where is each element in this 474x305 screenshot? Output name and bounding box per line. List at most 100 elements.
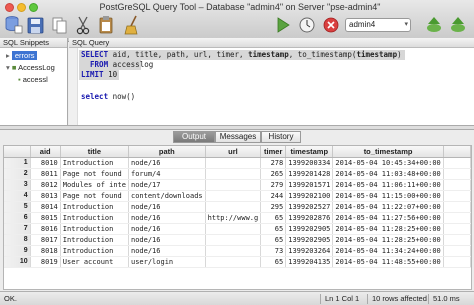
table-row[interactable]: 8 8017 Introduction node/16 65 1399202905 2014… bbox=[4, 234, 471, 246]
table-cell[interactable]: node/17 bbox=[128, 179, 206, 191]
sql-editor[interactable]: SELECT aid, title, path, url, timer, tim… bbox=[69, 48, 474, 125]
table-cell[interactable]: Modules of inte bbox=[60, 179, 129, 191]
table-cell[interactable]: node/16 bbox=[128, 234, 206, 246]
table-cell[interactable]: Introduction bbox=[60, 157, 129, 169]
tab-history[interactable]: History bbox=[261, 131, 301, 143]
column-header[interactable]: timer bbox=[260, 146, 287, 158]
result-grid[interactable]: aid title path url timer timestamp to_ti… bbox=[3, 145, 472, 290]
table-row[interactable]: 7 8016 Introduction node/16 65 1399202905 2014… bbox=[4, 223, 471, 235]
table-cell[interactable]: 1399203264 bbox=[285, 245, 334, 257]
execute-icon[interactable] bbox=[273, 14, 293, 36]
column-header[interactable]: aid bbox=[30, 146, 61, 158]
table-cell[interactable]: Introduction bbox=[60, 234, 129, 246]
table-cell[interactable]: 8014 bbox=[30, 201, 61, 213]
table-cell[interactable]: 2014-05-04 11:22:07+00:00 bbox=[332, 201, 444, 213]
table-cell[interactable]: 1399202905 bbox=[285, 234, 334, 246]
table-row[interactable]: 3 8012 Modules of inte node/17 279 1399201571… bbox=[4, 179, 471, 191]
copy-icon[interactable] bbox=[50, 14, 70, 36]
table-cell[interactable]: 1399201571 bbox=[285, 179, 334, 191]
table-cell[interactable]: 8016 bbox=[30, 223, 61, 235]
table-cell[interactable] bbox=[205, 190, 262, 202]
table-cell[interactable]: 278 bbox=[260, 157, 287, 169]
table-cell[interactable]: 2014-05-04 11:28:25+00:00 bbox=[332, 234, 444, 246]
table-cell[interactable]: 279 bbox=[260, 179, 287, 191]
table-cell[interactable] bbox=[205, 157, 262, 169]
table-cell[interactable]: forum/4 bbox=[128, 168, 206, 180]
table-cell[interactable] bbox=[205, 245, 262, 257]
table-cell[interactable]: 1399204135 bbox=[285, 256, 334, 268]
table-cell[interactable]: 8015 bbox=[30, 212, 61, 224]
table-cell[interactable]: 73 bbox=[260, 245, 287, 257]
table-cell[interactable]: User account bbox=[60, 256, 129, 268]
table-row[interactable]: 5 8014 Introduction node/16 295 1399202527 201… bbox=[4, 201, 471, 213]
table-cell[interactable]: 2014-05-04 11:15:00+00:00 bbox=[332, 190, 444, 202]
table-cell[interactable]: 1399202876 bbox=[285, 212, 334, 224]
table-cell[interactable]: 8010 bbox=[30, 157, 61, 169]
broom-icon[interactable] bbox=[122, 14, 142, 36]
table-row[interactable]: 9 8018 Introduction node/16 73 1399203264 2014… bbox=[4, 245, 471, 257]
column-header[interactable]: url bbox=[205, 146, 262, 158]
next-icon[interactable] bbox=[424, 14, 444, 36]
table-cell[interactable]: 8012 bbox=[30, 179, 61, 191]
explain-icon[interactable] bbox=[297, 14, 317, 36]
table-cell[interactable]: http://www.g bbox=[205, 212, 262, 224]
table-cell[interactable] bbox=[205, 223, 262, 235]
table-cell[interactable]: 1399200334 bbox=[285, 157, 334, 169]
table-cell[interactable]: user/login bbox=[128, 256, 206, 268]
table-row[interactable]: 6 8015 Introduction node/16 http://www.g 65 13… bbox=[4, 212, 471, 224]
table-cell[interactable]: 244 bbox=[260, 190, 287, 202]
table-cell[interactable]: 8017 bbox=[30, 234, 61, 246]
table-cell[interactable]: 1399202527 bbox=[285, 201, 334, 213]
column-header[interactable]: to_timestamp bbox=[332, 146, 444, 158]
table-cell[interactable]: 65 bbox=[260, 223, 287, 235]
database-select[interactable]: admin4 ▾ bbox=[345, 18, 411, 32]
column-header[interactable]: timestamp bbox=[285, 146, 334, 158]
cut-icon[interactable] bbox=[73, 14, 93, 36]
column-header[interactable]: path bbox=[128, 146, 206, 158]
table-cell[interactable]: 1399202100 bbox=[285, 190, 334, 202]
paste-icon[interactable] bbox=[96, 14, 116, 36]
table-cell[interactable]: content/downloads bbox=[128, 190, 206, 202]
table-row[interactable]: 2 8011 Page not found forum/4 265 1399201428 2… bbox=[4, 168, 471, 180]
table-cell[interactable]: 65 bbox=[260, 234, 287, 246]
table-cell[interactable]: 8019 bbox=[30, 256, 61, 268]
snippet-item-errors[interactable]: ▸ errors bbox=[6, 50, 38, 61]
table-cell[interactable]: node/16 bbox=[128, 245, 206, 257]
cancel-icon[interactable] bbox=[321, 14, 341, 36]
table-cell[interactable]: 8018 bbox=[30, 245, 61, 257]
table-cell[interactable]: 1399201428 bbox=[285, 168, 334, 180]
table-cell[interactable]: node/16 bbox=[128, 201, 206, 213]
transaction-icon[interactable] bbox=[448, 14, 468, 36]
table-cell[interactable]: 8013 bbox=[30, 190, 61, 202]
table-cell[interactable]: Introduction bbox=[60, 245, 129, 257]
minimize-window-button[interactable] bbox=[17, 3, 26, 12]
table-cell[interactable]: Page not found bbox=[60, 190, 129, 202]
table-cell[interactable]: 65 bbox=[260, 212, 287, 224]
table-cell[interactable]: 1399202905 bbox=[285, 223, 334, 235]
table-cell[interactable]: 8011 bbox=[30, 168, 61, 180]
table-cell[interactable]: 2014-05-04 11:27:56+00:00 bbox=[332, 212, 444, 224]
table-cell[interactable]: node/16 bbox=[128, 157, 206, 169]
table-cell[interactable]: 295 bbox=[260, 201, 287, 213]
table-cell[interactable] bbox=[205, 179, 262, 191]
table-cell[interactable]: node/16 bbox=[128, 223, 206, 235]
table-cell[interactable]: Page not found bbox=[60, 168, 129, 180]
close-window-button[interactable] bbox=[5, 3, 14, 12]
snippet-item-accesslog[interactable]: ▾ ■ AccessLog bbox=[6, 62, 55, 73]
table-row[interactable]: 4 8013 Page not found content/downloads 244 1… bbox=[4, 190, 471, 202]
table-cell[interactable]: 2014-05-04 11:48:55+00:00 bbox=[332, 256, 444, 268]
snippet-item-accesslog-query[interactable]: ▪ accessl bbox=[18, 74, 48, 85]
table-row[interactable]: 1 8010 Introduction node/16 278 1399200334 201… bbox=[4, 157, 471, 169]
tab-output[interactable]: Output bbox=[173, 131, 215, 143]
table-cell[interactable]: Introduction bbox=[60, 223, 129, 235]
table-row[interactable]: 10 8019 User account user/login 65 1399204135… bbox=[4, 256, 471, 268]
table-cell[interactable]: 2014-05-04 11:03:48+00:00 bbox=[332, 168, 444, 180]
table-cell[interactable]: 65 bbox=[260, 256, 287, 268]
table-cell[interactable]: 2014-05-04 11:34:24+00:00 bbox=[332, 245, 444, 257]
table-cell[interactable]: 2014-05-04 11:06:11+00:00 bbox=[332, 179, 444, 191]
save-icon[interactable] bbox=[26, 14, 46, 36]
column-header[interactable]: title bbox=[60, 146, 129, 158]
database-icon[interactable] bbox=[4, 14, 24, 36]
table-cell[interactable]: Introduction bbox=[60, 201, 129, 213]
zoom-window-button[interactable] bbox=[29, 3, 38, 12]
